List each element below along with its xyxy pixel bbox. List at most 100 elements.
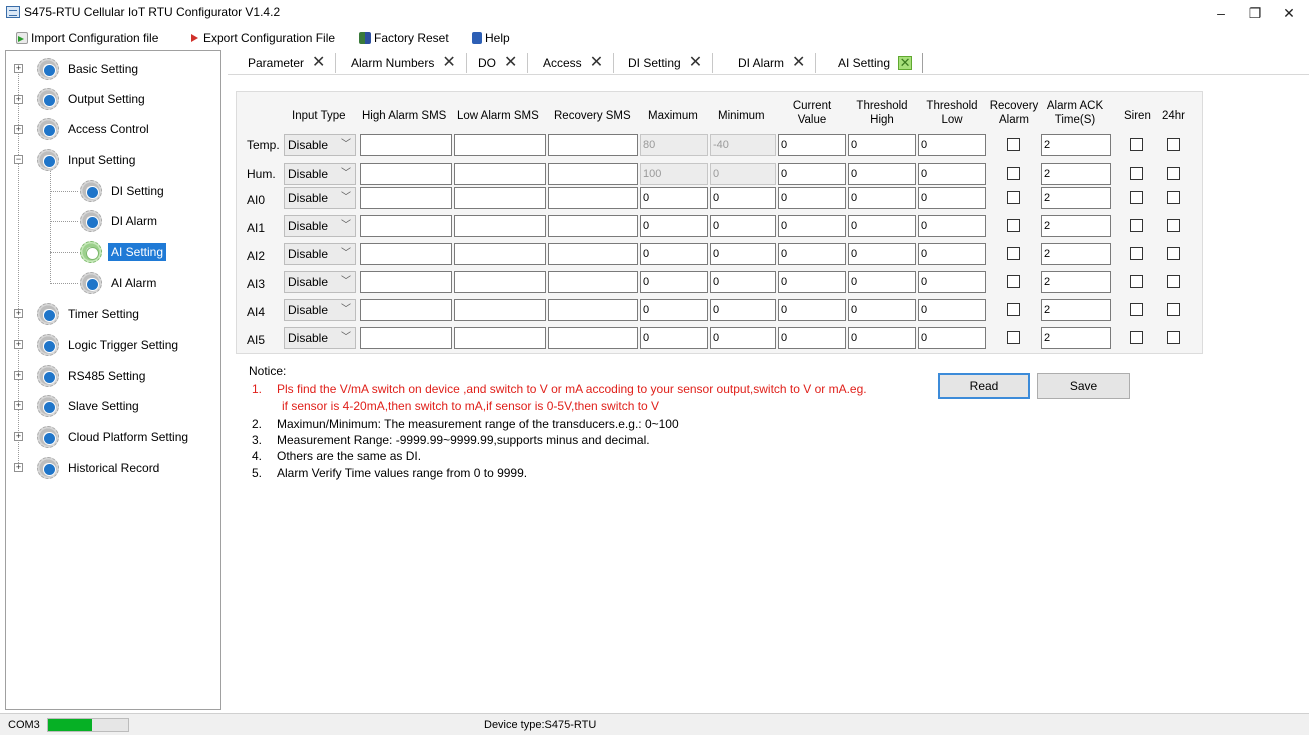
threshold-low-field[interactable]: 0 xyxy=(918,187,986,209)
threshold-low-field[interactable]: 0 xyxy=(918,134,986,156)
24hr-checkbox[interactable] xyxy=(1167,219,1180,232)
siren-checkbox[interactable] xyxy=(1130,303,1143,316)
threshold-high-field[interactable]: 0 xyxy=(848,163,916,185)
tree-item-cloud-platform[interactable]: Cloud Platform Setting xyxy=(37,425,191,449)
tree-item-di-setting[interactable]: DI Setting xyxy=(80,179,167,203)
current-value-field[interactable]: 0 xyxy=(778,271,846,293)
minimum-field[interactable]: 0 xyxy=(710,215,776,237)
threshold-low-field[interactable]: 0 xyxy=(918,327,986,349)
high-alarm-sms-field[interactable] xyxy=(360,271,452,293)
alarm-ack-time-field[interactable]: 2 xyxy=(1041,271,1111,293)
tab-di-setting[interactable]: DI Setting ✕ xyxy=(608,53,714,73)
recovery-alarm-checkbox[interactable] xyxy=(1007,138,1020,151)
menu-export[interactable]: Export Configuration File xyxy=(188,29,335,46)
tree-item-rs485-setting[interactable]: RS485 Setting xyxy=(37,364,148,388)
tab-di-alarm[interactable]: DI Alarm ✕ xyxy=(718,53,817,73)
expand-icon[interactable]: + xyxy=(14,432,23,441)
recovery-sms-field[interactable] xyxy=(548,187,638,209)
current-value-field[interactable]: 0 xyxy=(778,134,846,156)
tree-item-logic-trigger[interactable]: Logic Trigger Setting xyxy=(37,333,181,357)
threshold-low-field[interactable]: 0 xyxy=(918,271,986,293)
current-value-field[interactable]: 0 xyxy=(778,163,846,185)
tab-parameter[interactable]: Parameter ✕ xyxy=(228,53,337,73)
tree-item-output-setting[interactable]: Output Setting xyxy=(37,87,148,111)
alarm-ack-time-field[interactable]: 2 xyxy=(1041,187,1111,209)
low-alarm-sms-field[interactable] xyxy=(454,134,546,156)
tree-item-slave-setting[interactable]: Slave Setting xyxy=(37,394,142,418)
recovery-sms-field[interactable] xyxy=(548,299,638,321)
minimize-button[interactable]: – xyxy=(1206,2,1236,24)
close-icon[interactable]: ✕ xyxy=(689,55,702,71)
close-icon[interactable]: ✕ xyxy=(442,55,455,71)
alarm-ack-time-field[interactable]: 2 xyxy=(1041,243,1111,265)
input-type-select[interactable]: Disable ﹀ xyxy=(284,134,356,156)
current-value-field[interactable]: 0 xyxy=(778,215,846,237)
high-alarm-sms-field[interactable] xyxy=(360,215,452,237)
recovery-alarm-checkbox[interactable] xyxy=(1007,219,1020,232)
low-alarm-sms-field[interactable] xyxy=(454,215,546,237)
current-value-field[interactable]: 0 xyxy=(778,187,846,209)
high-alarm-sms-field[interactable] xyxy=(360,327,452,349)
input-type-select[interactable]: Disable ﹀ xyxy=(284,299,356,321)
24hr-checkbox[interactable] xyxy=(1167,275,1180,288)
low-alarm-sms-field[interactable] xyxy=(454,163,546,185)
siren-checkbox[interactable] xyxy=(1130,167,1143,180)
input-type-select[interactable]: Disable ﹀ xyxy=(284,243,356,265)
input-type-select[interactable]: Disable ﹀ xyxy=(284,187,356,209)
threshold-high-field[interactable]: 0 xyxy=(848,271,916,293)
expand-icon[interactable]: + xyxy=(14,125,23,134)
current-value-field[interactable]: 0 xyxy=(778,299,846,321)
tree-item-di-alarm[interactable]: DI Alarm xyxy=(80,209,160,233)
expand-icon[interactable]: + xyxy=(14,340,23,349)
recovery-sms-field[interactable] xyxy=(548,243,638,265)
high-alarm-sms-field[interactable] xyxy=(360,243,452,265)
recovery-alarm-checkbox[interactable] xyxy=(1007,191,1020,204)
alarm-ack-time-field[interactable]: 2 xyxy=(1041,215,1111,237)
menu-import[interactable]: Import Configuration file xyxy=(16,29,158,46)
close-icon[interactable]: ✕ xyxy=(312,55,325,71)
high-alarm-sms-field[interactable] xyxy=(360,163,452,185)
minimum-field[interactable]: 0 xyxy=(710,243,776,265)
high-alarm-sms-field[interactable] xyxy=(360,299,452,321)
close-icon[interactable]: ✕ xyxy=(590,55,603,71)
maximum-field[interactable]: 0 xyxy=(640,243,708,265)
siren-checkbox[interactable] xyxy=(1130,138,1143,151)
siren-checkbox[interactable] xyxy=(1130,331,1143,344)
recovery-sms-field[interactable] xyxy=(548,215,638,237)
close-icon[interactable]: ✕ xyxy=(792,55,805,71)
maximum-field[interactable]: 0 xyxy=(640,299,708,321)
recovery-alarm-checkbox[interactable] xyxy=(1007,303,1020,316)
collapse-icon[interactable]: − xyxy=(14,155,23,164)
maximum-field[interactable]: 0 xyxy=(640,327,708,349)
alarm-ack-time-field[interactable]: 2 xyxy=(1041,299,1111,321)
menu-help[interactable]: Help xyxy=(472,29,510,46)
low-alarm-sms-field[interactable] xyxy=(454,299,546,321)
recovery-alarm-checkbox[interactable] xyxy=(1007,331,1020,344)
siren-checkbox[interactable] xyxy=(1130,191,1143,204)
tab-ai-setting[interactable]: AI Setting ✕ xyxy=(818,53,924,73)
tab-do[interactable]: DO ✕ xyxy=(458,53,529,73)
recovery-alarm-checkbox[interactable] xyxy=(1007,167,1020,180)
recovery-alarm-checkbox[interactable] xyxy=(1007,275,1020,288)
low-alarm-sms-field[interactable] xyxy=(454,327,546,349)
minimum-field[interactable]: 0 xyxy=(710,271,776,293)
threshold-high-field[interactable]: 0 xyxy=(848,187,916,209)
24hr-checkbox[interactable] xyxy=(1167,138,1180,151)
tree-item-basic-setting[interactable]: Basic Setting xyxy=(37,57,141,81)
current-value-field[interactable]: 0 xyxy=(778,243,846,265)
recovery-alarm-checkbox[interactable] xyxy=(1007,247,1020,260)
24hr-checkbox[interactable] xyxy=(1167,303,1180,316)
threshold-high-field[interactable]: 0 xyxy=(848,327,916,349)
low-alarm-sms-field[interactable] xyxy=(454,243,546,265)
threshold-high-field[interactable]: 0 xyxy=(848,134,916,156)
recovery-sms-field[interactable] xyxy=(548,163,638,185)
read-button[interactable]: Read xyxy=(938,373,1030,399)
tree-item-ai-setting[interactable]: AI Setting xyxy=(80,240,167,264)
24hr-checkbox[interactable] xyxy=(1167,191,1180,204)
high-alarm-sms-field[interactable] xyxy=(360,134,452,156)
recovery-sms-field[interactable] xyxy=(548,271,638,293)
siren-checkbox[interactable] xyxy=(1130,275,1143,288)
24hr-checkbox[interactable] xyxy=(1167,247,1180,260)
siren-checkbox[interactable] xyxy=(1130,247,1143,260)
alarm-ack-time-field[interactable]: 2 xyxy=(1041,327,1111,349)
